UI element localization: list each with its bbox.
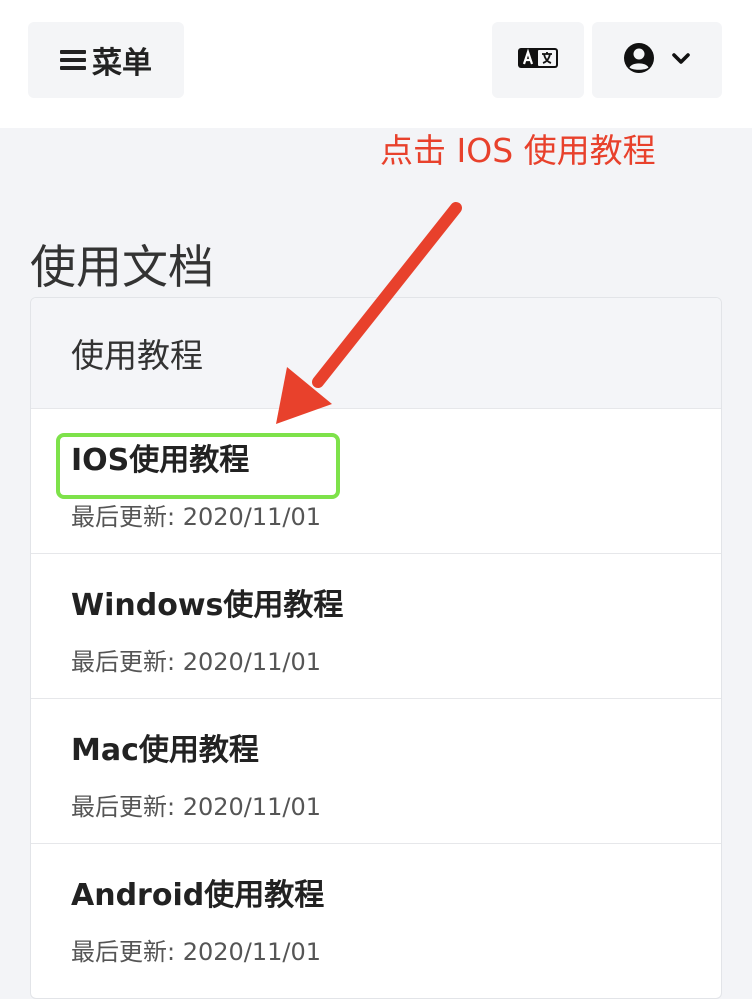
annotation-label: 点击 IOS 使用教程 [380,131,656,170]
doc-title[interactable]: Windows使用教程 [71,580,343,624]
doc-item-windows[interactable]: Windows使用教程 最后更新: 2020/11/01 [31,553,721,698]
docs-card: 使用教程 IOS使用教程 最后更新: 2020/11/01 Windows使用教… [30,297,722,999]
doc-updated: 最后更新: 2020/11/01 [71,648,322,676]
chevron-down-icon [671,51,691,70]
doc-item-mac[interactable]: Mac使用教程 最后更新: 2020/11/01 [31,698,721,843]
doc-updated: 最后更新: 2020/11/01 [71,503,322,531]
user-circle-icon [623,42,655,78]
doc-title[interactable]: Mac使用教程 [71,725,259,769]
doc-item-android[interactable]: Android使用教程 最后更新: 2020/11/01 [31,843,721,988]
doc-title[interactable]: Android使用教程 [71,870,324,914]
docs-card-header: 使用教程 [31,298,721,408]
menu-button[interactable]: 菜单 [28,22,184,98]
doc-updated: 最后更新: 2020/11/01 [71,938,322,966]
annotation-highlight-box [56,433,340,499]
user-menu-button[interactable] [592,22,722,98]
top-nav-bar: 菜单 [0,0,752,128]
translate-icon [517,45,559,75]
menu-label: 菜单 [92,46,152,81]
language-button[interactable] [492,22,584,98]
hamburger-icon [60,50,86,70]
doc-updated: 最后更新: 2020/11/01 [71,793,322,821]
page-title: 使用文档 [30,239,214,294]
